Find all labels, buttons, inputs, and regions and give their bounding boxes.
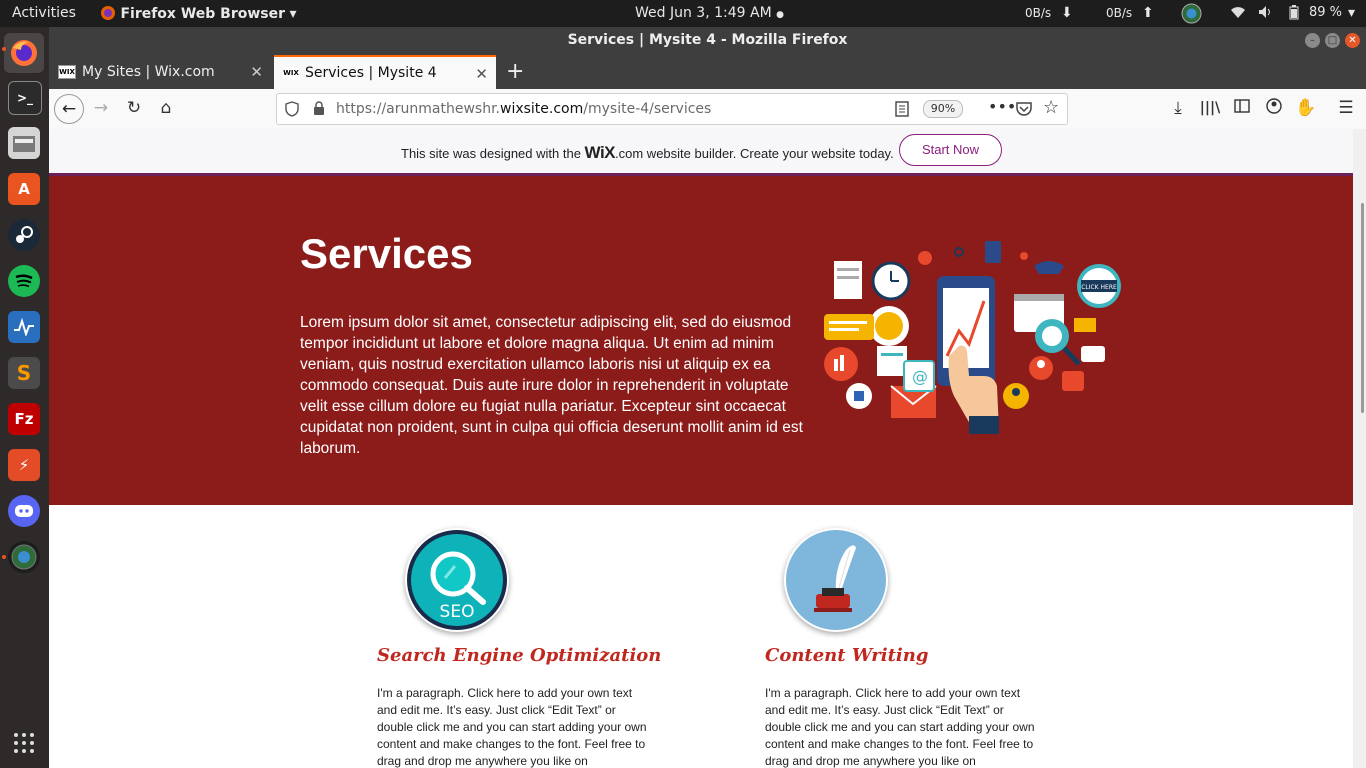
wix-promo-banner: This site was designed with the WiX.com … xyxy=(49,129,1353,176)
net-upload-rate: 0B/s xyxy=(1106,6,1133,20)
page-scrollbar[interactable] xyxy=(1353,129,1366,768)
clock[interactable]: Wed Jun 3, 1:49 AM ● xyxy=(635,5,784,21)
page-actions-icon[interactable]: ••• xyxy=(988,97,1016,116)
chevron-down-icon: ▾ xyxy=(289,6,297,22)
url-domain: wixsite.com xyxy=(500,101,584,117)
minimize-icon[interactable]: – xyxy=(1305,33,1320,48)
services-hero-section: Services Lorem ipsum dolor sit amet, con… xyxy=(49,176,1353,505)
promo-text-after: website builder. Create your website tod… xyxy=(643,146,894,161)
spotify-dock-icon[interactable] xyxy=(8,265,40,297)
firefox-icon xyxy=(101,6,115,20)
navigation-toolbar: ← → ↻ ⌂ https://arunmathewshr.wixsite.co… xyxy=(49,89,1366,130)
wix-favicon-icon: WIX xyxy=(283,67,299,79)
home-icon[interactable]: ⌂ xyxy=(155,98,177,118)
page-title: Services xyxy=(300,230,473,277)
new-tab-icon[interactable]: + xyxy=(506,59,524,84)
battery-icon[interactable] xyxy=(1289,5,1299,24)
net-download-rate: 0B/s xyxy=(1025,6,1052,20)
close-window-icon[interactable]: ✕ xyxy=(1345,33,1360,48)
scrollbar-thumb[interactable] xyxy=(1361,203,1364,413)
window-title-bar: Services | Mysite 4 - Mozilla Firefox – … xyxy=(49,27,1366,55)
quill-inkwell-icon xyxy=(786,530,886,630)
maximize-icon[interactable]: □ xyxy=(1325,33,1340,48)
wifi-icon[interactable] xyxy=(1230,5,1246,23)
extension-icon[interactable]: ✋ xyxy=(1295,98,1317,118)
digital-marketing-illustration: @ CLICK HERE xyxy=(824,241,1121,434)
running-indicator-icon xyxy=(2,555,6,559)
zoom-indicator[interactable]: 90% xyxy=(923,100,963,118)
system-monitor-dock-icon[interactable] xyxy=(8,311,40,343)
firefox-dock-icon[interactable] xyxy=(4,33,44,73)
files-dock-icon[interactable] xyxy=(8,127,40,159)
battery-percent: 89 % xyxy=(1309,5,1343,20)
close-tab-icon[interactable]: ✕ xyxy=(475,65,488,83)
sidebar-icon[interactable] xyxy=(1231,98,1253,118)
volume-icon[interactable] xyxy=(1258,5,1274,23)
git-client-dock-icon[interactable]: ⚡ xyxy=(8,449,40,481)
tab-label: Services | Mysite 4 xyxy=(305,65,437,81)
pocket-icon[interactable] xyxy=(1016,101,1032,116)
software-center-dock-icon[interactable]: A xyxy=(8,173,40,205)
seo-icon: SEO xyxy=(407,530,507,630)
window-title: Services | Mysite 4 - Mozilla Firefox xyxy=(567,32,848,48)
app-menu-label: Firefox Web Browser xyxy=(120,6,286,22)
steam-dock-icon[interactable] xyxy=(8,219,40,251)
tab-strip: WIX My Sites | Wix.com ✕ WIX Services | … xyxy=(49,55,1366,89)
service-title-content-writing: Content Writing xyxy=(765,645,929,666)
url-prefix: https://arunmathewshr. xyxy=(336,101,500,117)
hero-paragraph: Lorem ipsum dolor sit amet, consectetur … xyxy=(300,314,803,457)
lock-icon[interactable] xyxy=(313,101,325,116)
library-icon[interactable]: |||\ xyxy=(1199,100,1221,116)
start-now-button[interactable]: Start Now xyxy=(899,134,1002,166)
account-icon[interactable] xyxy=(1263,98,1285,119)
clock-label: Wed Jun 3, 1:49 AM xyxy=(635,5,772,21)
web-page: This site was designed with the WiX.com … xyxy=(49,129,1353,768)
download-arrow-icon: ⬇ xyxy=(1061,5,1073,21)
service-title-seo: Search Engine Optimization xyxy=(377,645,662,666)
tab-my-sites[interactable]: WIX My Sites | Wix.com ✕ xyxy=(49,55,271,89)
globe-app-dock-icon[interactable] xyxy=(8,541,40,573)
back-button[interactable]: ← xyxy=(54,94,84,124)
app-menu[interactable]: Firefox Web Browser ▾ xyxy=(100,5,297,22)
activities-button[interactable]: Activities xyxy=(12,5,76,21)
discord-dock-icon[interactable] xyxy=(8,495,40,527)
wix-logo-suffix: .com xyxy=(615,146,644,161)
running-indicator-icon xyxy=(2,47,6,51)
shield-icon[interactable] xyxy=(285,101,299,117)
seo-service-icon: SEO xyxy=(405,528,509,632)
url-path: /mysite-4/services xyxy=(583,101,712,117)
dock: >_ A S Fz ⚡ xyxy=(0,27,49,768)
service-text-seo: I'm a paragraph. Click here to add your … xyxy=(377,686,647,768)
close-tab-icon[interactable]: ✕ xyxy=(250,63,263,81)
bookmark-star-icon[interactable]: ☆ xyxy=(1043,97,1059,118)
seo-icon-label: SEO xyxy=(440,602,475,622)
service-text-content-writing: I'm a paragraph. Click here to add your … xyxy=(765,686,1035,768)
wix-favicon-icon: WIX xyxy=(58,65,76,79)
wix-promo-text: This site was designed with the WiX.com … xyxy=(401,143,894,163)
filezilla-dock-icon[interactable]: Fz xyxy=(8,403,40,435)
globe-icon[interactable] xyxy=(1181,3,1202,28)
downloads-icon[interactable]: ⤓ xyxy=(1167,98,1189,118)
wix-logo: WiX xyxy=(584,143,616,162)
notification-dot-icon: ● xyxy=(776,10,784,20)
show-applications-icon[interactable] xyxy=(8,727,40,759)
upload-arrow-icon: ⬆ xyxy=(1142,5,1154,21)
system-menu-chevron-icon[interactable]: ▾ xyxy=(1348,5,1355,21)
forward-button[interactable]: → xyxy=(90,98,112,118)
content-writing-service-icon xyxy=(784,528,888,632)
svg-text:@: @ xyxy=(912,367,928,386)
tab-services[interactable]: WIX Services | Mysite 4 ✕ xyxy=(274,55,496,89)
click-here-label: CLICK HERE xyxy=(1081,284,1117,291)
tab-label: My Sites | Wix.com xyxy=(82,64,215,80)
reload-button[interactable]: ↻ xyxy=(123,98,145,118)
sublime-text-dock-icon[interactable]: S xyxy=(8,357,40,389)
hamburger-menu-icon[interactable]: ☰ xyxy=(1335,98,1357,118)
url-bar[interactable]: https://arunmathewshr.wixsite.com/mysite… xyxy=(276,93,1068,125)
system-top-bar: Activities Firefox Web Browser ▾ Wed Jun… xyxy=(0,0,1366,27)
promo-text-before: This site was designed with the xyxy=(401,146,585,161)
url-text[interactable]: https://arunmathewshr.wixsite.com/mysite… xyxy=(336,101,711,117)
reader-view-icon[interactable] xyxy=(895,101,909,117)
terminal-dock-icon[interactable]: >_ xyxy=(8,81,42,115)
